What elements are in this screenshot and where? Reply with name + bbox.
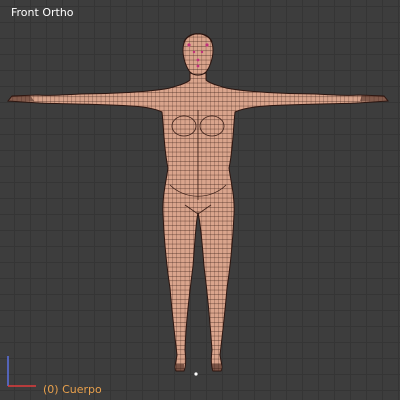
body-mesh[interactable] bbox=[0, 0, 400, 400]
body-mesh-surface bbox=[7, 33, 389, 372]
axis-gizmo bbox=[7, 356, 36, 387]
3d-cursor[interactable] bbox=[194, 372, 198, 376]
active-object-label: (0) Cuerpo bbox=[43, 383, 102, 396]
3d-viewport[interactable]: Front Ortho (0) Cuerpo bbox=[0, 0, 400, 400]
